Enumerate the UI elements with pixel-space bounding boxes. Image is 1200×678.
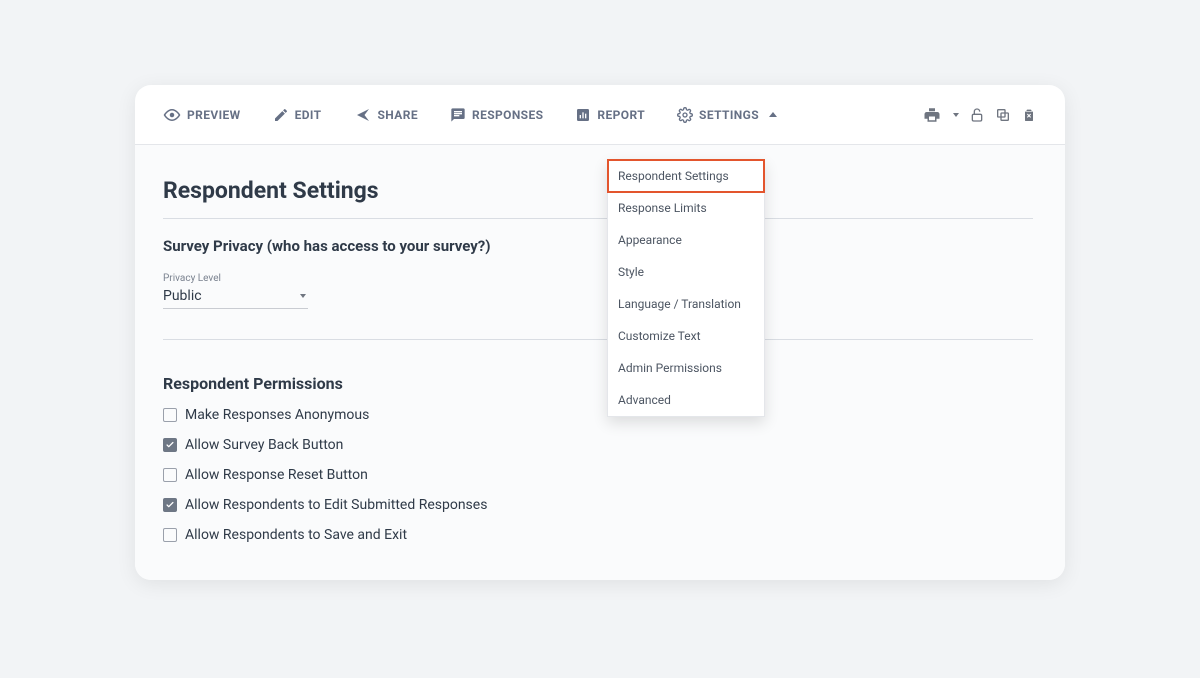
content: Respondent Settings Survey Privacy (who …	[135, 145, 1065, 580]
permissions-list: Make Responses Anonymous Allow Survey Bac…	[163, 407, 1037, 543]
dropdown-item[interactable]: Style	[608, 256, 764, 288]
permission-row: Allow Survey Back Button	[163, 437, 1037, 453]
checkbox-label: Allow Response Reset Button	[185, 467, 368, 483]
dropdown-item[interactable]: Customize Text	[608, 320, 764, 352]
share-label: SHARE	[378, 108, 418, 122]
report-button[interactable]: REPORT	[575, 107, 645, 123]
permission-row: Allow Response Reset Button	[163, 467, 1037, 483]
chat-icon	[450, 107, 466, 123]
header-section: Respondent Settings Survey Privacy (who …	[163, 145, 1037, 340]
delete-button[interactable]	[1021, 107, 1037, 123]
preview-label: PREVIEW	[187, 108, 241, 122]
responses-label: RESPONSES	[472, 108, 543, 122]
copy-button[interactable]	[995, 107, 1011, 123]
checkbox-label: Allow Respondents to Save and Exit	[185, 527, 407, 543]
chevron-down-icon	[300, 294, 306, 298]
eye-icon	[163, 106, 181, 124]
checkbox[interactable]	[163, 498, 177, 512]
preview-button[interactable]: PREVIEW	[163, 106, 241, 124]
share-button[interactable]: SHARE	[354, 106, 418, 124]
privacy-select[interactable]: Public	[163, 286, 308, 309]
dropdown-item[interactable]: Advanced	[608, 384, 764, 416]
dropdown-item[interactable]: Respondent Settings	[607, 159, 765, 193]
checkbox[interactable]	[163, 408, 177, 422]
settings-label: SETTINGS	[699, 108, 759, 122]
share-icon	[354, 106, 372, 124]
permission-row: Allow Respondents to Save and Exit	[163, 527, 1037, 543]
caret-up-icon	[769, 112, 777, 117]
permission-row: Allow Respondents to Edit Submitted Resp…	[163, 497, 1037, 513]
checkbox-label: Allow Survey Back Button	[185, 437, 343, 453]
permission-row: Make Responses Anonymous	[163, 407, 1037, 423]
caret-down-icon[interactable]	[953, 113, 959, 117]
pencil-icon	[273, 107, 289, 123]
privacy-value: Public	[163, 288, 202, 304]
print-button[interactable]	[923, 106, 941, 124]
app-card: PREVIEW EDIT SHARE RESPONSES REPORT SETT…	[135, 85, 1065, 580]
permissions-section: Respondent Permissions Make Responses An…	[163, 374, 1037, 543]
toolbar-right	[923, 106, 1037, 124]
settings-button[interactable]: SETTINGS	[677, 107, 777, 123]
checkbox[interactable]	[163, 438, 177, 452]
lock-icon	[969, 107, 985, 123]
page-title: Respondent Settings	[163, 177, 1033, 219]
responses-button[interactable]: RESPONSES	[450, 107, 543, 123]
gear-icon	[677, 107, 693, 123]
checkbox-label: Make Responses Anonymous	[185, 407, 369, 423]
settings-dropdown: Respondent SettingsResponse LimitsAppear…	[607, 159, 765, 417]
dropdown-item[interactable]: Response Limits	[608, 192, 764, 224]
checkbox[interactable]	[163, 528, 177, 542]
edit-button[interactable]: EDIT	[273, 107, 322, 123]
copy-icon	[995, 107, 1011, 123]
dropdown-item[interactable]: Language / Translation	[608, 288, 764, 320]
edit-label: EDIT	[295, 108, 322, 122]
trash-icon	[1021, 107, 1037, 123]
print-icon	[923, 106, 941, 124]
bar-chart-icon	[575, 107, 591, 123]
checkbox[interactable]	[163, 468, 177, 482]
report-label: REPORT	[597, 108, 645, 122]
privacy-field-label: Privacy Level	[163, 273, 1037, 284]
checkbox-label: Allow Respondents to Edit Submitted Resp…	[185, 497, 487, 513]
permissions-heading: Respondent Permissions	[163, 374, 1037, 393]
divider	[163, 339, 1033, 340]
privacy-heading: Survey Privacy (who has access to your s…	[163, 237, 1037, 255]
dropdown-item[interactable]: Appearance	[608, 224, 764, 256]
lock-button[interactable]	[969, 107, 985, 123]
toolbar: PREVIEW EDIT SHARE RESPONSES REPORT SETT…	[135, 85, 1065, 145]
dropdown-item[interactable]: Admin Permissions	[608, 352, 764, 384]
